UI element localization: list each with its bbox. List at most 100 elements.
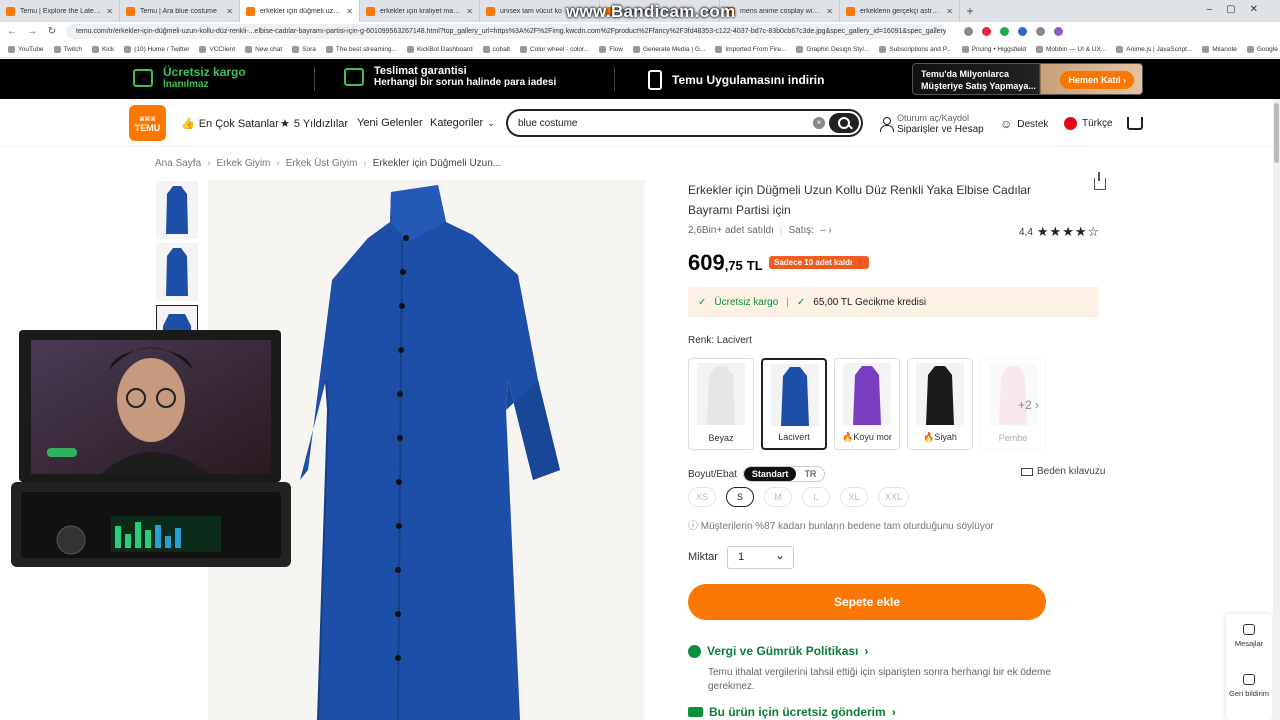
bookmark-item[interactable]: Subscriptions and P... xyxy=(879,45,952,53)
size-standard-option[interactable]: Standart xyxy=(743,467,797,481)
close-tab-icon[interactable]: ✕ xyxy=(946,7,953,16)
bookmark-item[interactable]: Milanote xyxy=(1202,45,1237,53)
bookmark-item[interactable]: Flow xyxy=(599,45,623,53)
bookmark-item[interactable]: Color wheel - color... xyxy=(519,45,589,53)
feedback-button[interactable]: Geri bildirim xyxy=(1226,664,1272,714)
support-link[interactable]: ☺ Destek xyxy=(1000,117,1048,131)
chevron-right-icon[interactable]: – › xyxy=(820,225,832,236)
cart-button[interactable] xyxy=(1127,117,1143,130)
browser-tab[interactable]: Temu | Ara blue costume ✕ xyxy=(120,0,240,22)
color-swatch[interactable]: 🔥Siyah xyxy=(907,358,973,450)
close-tab-icon[interactable]: ✕ xyxy=(346,7,353,16)
close-tab-icon[interactable]: ✕ xyxy=(226,7,233,16)
swatch-image xyxy=(916,363,964,425)
bookmark-item[interactable]: New chat xyxy=(245,45,282,53)
size-option[interactable]: S xyxy=(726,487,754,507)
join-now-button[interactable]: Hemen Katıl › xyxy=(1060,71,1134,89)
gallery-thumbnail[interactable] xyxy=(156,243,198,301)
browser-tab[interactable]: erkekler için düğmeli uzun kollu ✕ xyxy=(240,0,360,22)
divider xyxy=(614,67,615,91)
close-tab-icon[interactable]: ✕ xyxy=(106,7,113,16)
size-tr-option[interactable]: TR xyxy=(796,467,824,481)
nav-best-sellers[interactable]: 👍 En Çok Satanlar xyxy=(181,117,279,131)
size-system-toggle[interactable]: Standart TR xyxy=(742,466,826,482)
color-swatch[interactable]: Beyaz xyxy=(688,358,754,450)
extension-icon[interactable] xyxy=(1000,27,1009,36)
more-colors[interactable]: +2 › xyxy=(1018,398,1039,412)
browser-tab[interactable]: erkekler için kraliyet mavisi jake ✕ xyxy=(360,0,480,22)
browser-tab[interactable]: erkeklerin gerçekçi astronot kı ✕ xyxy=(840,0,960,22)
extension-icon[interactable] xyxy=(982,27,991,36)
search-input[interactable] xyxy=(518,116,808,130)
tax-policy-link[interactable]: Vergi ve Gümrük Politikası › xyxy=(688,644,1088,658)
promo-free-shipping[interactable]: Ücretsiz kargo İnanılmaz xyxy=(133,65,246,90)
bookmark-item[interactable]: Generate Media | G... xyxy=(632,45,705,53)
extension-icon[interactable] xyxy=(964,27,973,36)
close-tab-icon[interactable]: ✕ xyxy=(466,7,473,16)
size-option[interactable]: M xyxy=(764,487,792,507)
page-scrollbar[interactable] xyxy=(1273,99,1280,720)
nav-new-arrivals[interactable]: Yeni Gelenler xyxy=(357,117,423,129)
bookmark-item[interactable]: cobalt xyxy=(482,45,510,53)
size-guide-link[interactable]: Beden kılavuzu xyxy=(1021,466,1105,477)
bookmark-item[interactable]: Anime.js | JavaScript... xyxy=(1116,45,1192,53)
nav-five-star[interactable]: ★ 5 Yıldızlılar xyxy=(280,117,348,131)
new-tab-icon[interactable]: + xyxy=(960,4,980,18)
breadcrumb-item[interactable]: Ana Sayfa xyxy=(155,158,201,169)
bookmark-item[interactable]: VCClient xyxy=(199,45,235,53)
browser-tab[interactable]: Temu | Explore the Latest Cloth ✕ xyxy=(0,0,120,22)
nav-categories[interactable]: Kategoriler ⌄ xyxy=(430,117,495,129)
profile-avatar[interactable] xyxy=(1054,27,1063,36)
add-to-cart-button[interactable]: Sepete ekle xyxy=(688,584,1046,620)
size-option[interactable]: XL xyxy=(840,487,868,507)
bookmark-item[interactable]: The best streaming... xyxy=(325,45,397,53)
bookmark-item[interactable]: Mobbin — UI & UX... xyxy=(1035,45,1106,53)
color-swatch[interactable]: 🔥Koyu mor xyxy=(834,358,900,450)
bookmark-item[interactable]: Imported From Fire... xyxy=(715,45,786,53)
promo-delivery[interactable]: Teslimat garantisi Herhangi bir sorun ha… xyxy=(344,65,556,88)
messages-button[interactable]: Mesajlar xyxy=(1226,614,1272,664)
share-icon[interactable] xyxy=(1094,172,1106,190)
tab-favicon xyxy=(366,6,375,16)
bookmark-item[interactable]: Pricing • Higgsfield xyxy=(961,45,1026,53)
size-option[interactable]: XS xyxy=(688,487,716,507)
seller-label[interactable]: Satış: xyxy=(789,225,815,236)
swatch-label: Pembe xyxy=(998,433,1028,443)
breadcrumb-item[interactable]: Erkek Üst Giyim xyxy=(286,158,358,169)
bookmark-item[interactable]: Graphic Design Styl... xyxy=(796,45,869,53)
shipping-info[interactable]: ✓ Ücretsiz kargo | ✓ 65,00 TL Gecikme kred… xyxy=(688,287,1099,317)
bookmark-item[interactable]: Sora xyxy=(292,45,316,53)
seller-promo-card[interactable]: Temu'da Milyonlarca Müşteriye Satış Yapma… xyxy=(912,63,1143,95)
reload-icon[interactable]: ↻ xyxy=(46,26,58,37)
forward-icon[interactable]: → xyxy=(26,26,38,37)
window-controls[interactable]: –▢✕ xyxy=(1207,4,1272,15)
url-bar[interactable]: temu.com/tr/erkekler-için-düğmeli-uzun-k… xyxy=(66,24,946,39)
size-option[interactable]: L xyxy=(802,487,830,507)
bookmark-item[interactable]: (10) Home / Twitter xyxy=(124,45,189,53)
free-shipping-link[interactable]: Bu ürün için ücretsiz gönderim › xyxy=(688,705,896,719)
promo-app[interactable]: Temu Uygulamasını indirin xyxy=(648,70,824,90)
bookmark-item[interactable]: YouTube xyxy=(8,45,44,53)
clear-search-icon[interactable]: × xyxy=(813,117,825,129)
extension-icon[interactable] xyxy=(1036,27,1045,36)
back-icon[interactable]: ← xyxy=(6,26,18,37)
close-tab-icon[interactable]: ✕ xyxy=(826,7,833,16)
extension-icon[interactable] xyxy=(1018,27,1027,36)
account-menu[interactable]: Oturum aç/Kaydol Siparişler ve Hesap xyxy=(880,113,984,135)
bookmark-item[interactable]: Twitch xyxy=(53,45,82,53)
browser-tab[interactable]: mens anime cosplay wig long ✕ xyxy=(720,0,840,22)
breadcrumb-item[interactable]: Erkek Giyim xyxy=(217,158,271,169)
scrollbar-thumb[interactable] xyxy=(1274,103,1279,163)
temu-logo[interactable]: ⌘⌘⌘ TEMU xyxy=(129,105,166,141)
product-rating[interactable]: 4,4 ★★★★☆ xyxy=(1019,224,1100,240)
swatch-label: Beyaz xyxy=(708,433,734,443)
bookmark-item[interactable]: KickBot Dashboard xyxy=(406,45,473,53)
color-swatch[interactable]: Lacivert xyxy=(761,358,827,450)
size-option[interactable]: XXL xyxy=(878,487,910,507)
bookmark-item[interactable]: Kick xyxy=(91,45,114,53)
bookmark-item[interactable]: Google Keep xyxy=(1246,45,1280,53)
language-selector[interactable]: Türkçe xyxy=(1064,117,1113,130)
gallery-thumbnail[interactable] xyxy=(156,181,198,239)
search-button[interactable] xyxy=(829,113,859,133)
quantity-select[interactable]: 1 xyxy=(727,546,794,569)
